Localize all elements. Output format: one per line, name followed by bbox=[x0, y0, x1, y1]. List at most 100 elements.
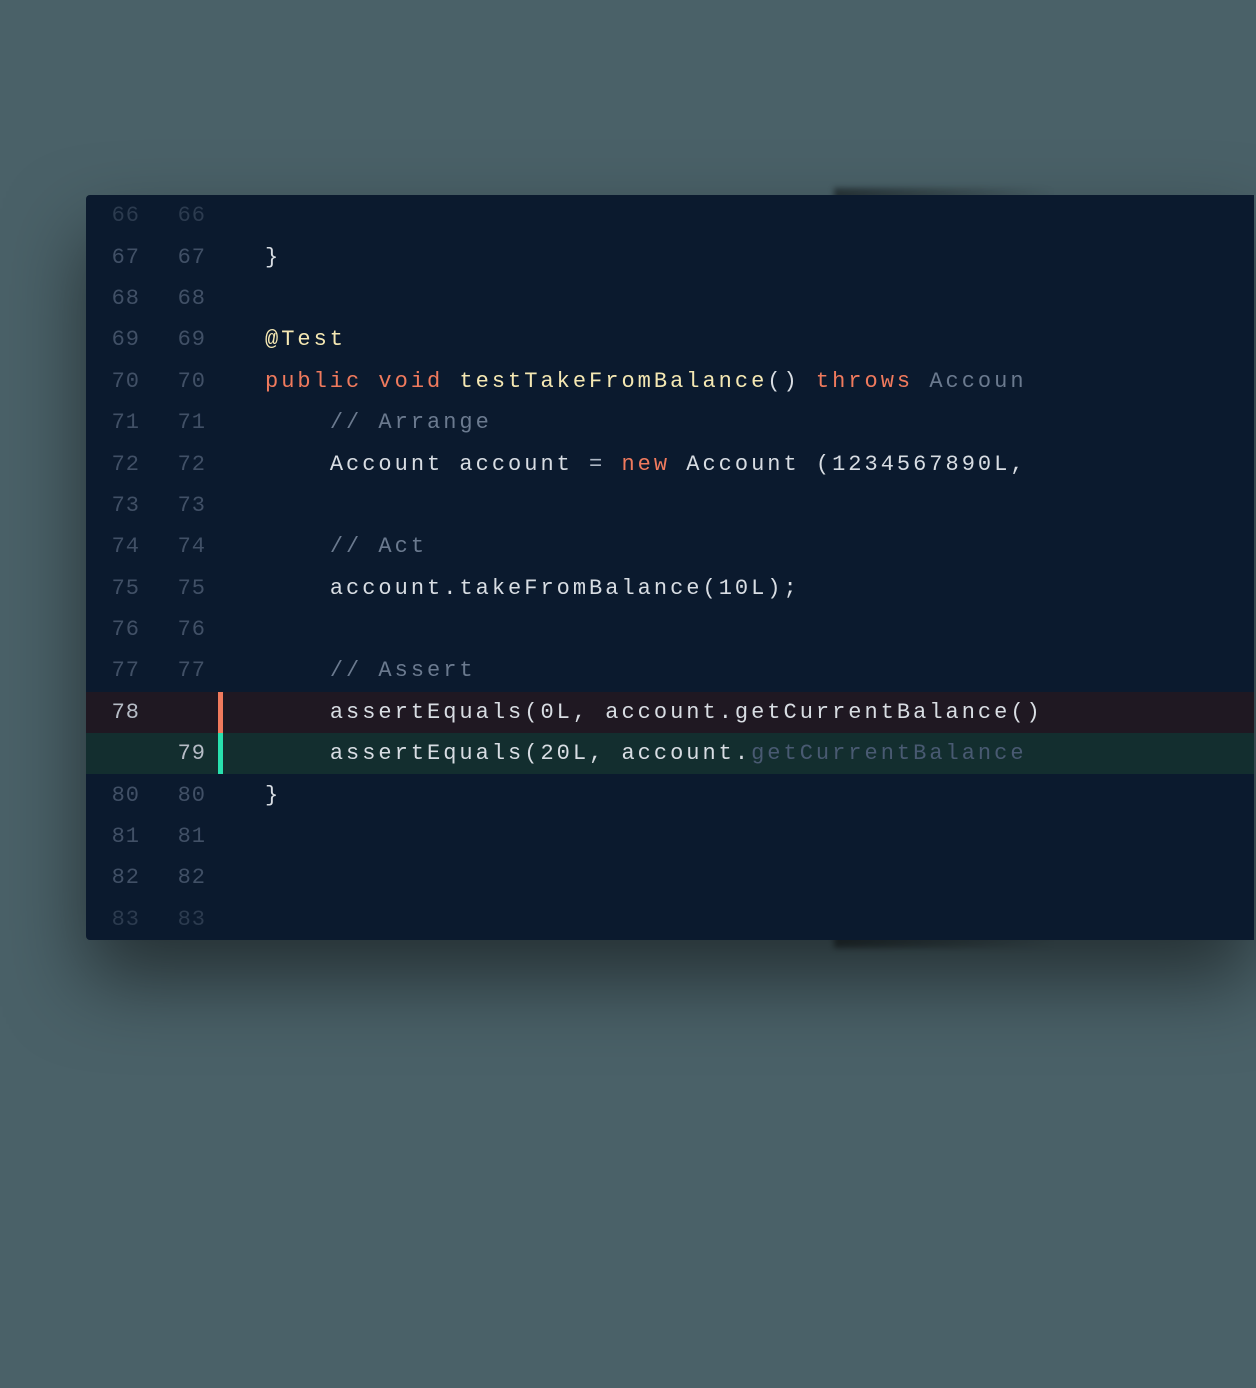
gutter: 78 bbox=[86, 692, 218, 733]
code-token: takeFromBalance bbox=[459, 576, 702, 601]
code-content: // Act bbox=[223, 534, 1254, 559]
code-token: . bbox=[735, 741, 751, 766]
code-line[interactable]: 7070 public void testTakeFromBalance() th… bbox=[86, 361, 1254, 402]
line-number-old: 77 bbox=[86, 658, 152, 683]
code-token: } bbox=[265, 783, 281, 808]
code-diff-editor[interactable]: 66666767}68686969@Test7070public void te… bbox=[86, 195, 1254, 940]
gutter: 7575 bbox=[86, 568, 218, 609]
code-token: // Act bbox=[330, 534, 427, 559]
code-line[interactable]: 79 assertEquals(20L, account.getCurrentB… bbox=[86, 733, 1254, 774]
code-token: public bbox=[265, 369, 378, 394]
code-line[interactable]: 7777 // Assert bbox=[86, 650, 1254, 691]
line-number-old: 70 bbox=[86, 369, 152, 394]
gutter: 7676 bbox=[86, 609, 218, 650]
code-line[interactable]: 7575 account.takeFromBalance(10L); bbox=[86, 568, 1254, 609]
line-number-new: 83 bbox=[152, 907, 218, 932]
line-number-old: 68 bbox=[86, 286, 152, 311]
gutter: 8383 bbox=[86, 899, 218, 940]
line-number-new: 71 bbox=[152, 410, 218, 435]
code-line[interactable]: 6767} bbox=[86, 236, 1254, 277]
diff-marker bbox=[218, 609, 223, 650]
gutter: 7272 bbox=[86, 443, 218, 484]
line-number-old: 75 bbox=[86, 576, 152, 601]
code-content: assertEquals(0L, account.getCurrentBalan… bbox=[223, 700, 1254, 725]
code-line[interactable]: 7676 bbox=[86, 609, 1254, 650]
code-token: account bbox=[330, 576, 443, 601]
gutter: 7474 bbox=[86, 526, 218, 567]
line-number-old: 72 bbox=[86, 452, 152, 477]
line-number-new: 81 bbox=[152, 824, 218, 849]
code-content: account.takeFromBalance(10L); bbox=[223, 576, 1254, 601]
line-number-new: 76 bbox=[152, 617, 218, 642]
line-number-old: 73 bbox=[86, 493, 152, 518]
code-token: ( bbox=[702, 576, 718, 601]
gutter: 6767 bbox=[86, 236, 218, 277]
line-number-new: 80 bbox=[152, 783, 218, 808]
code-line[interactable]: 8282 bbox=[86, 857, 1254, 898]
line-number-new: 67 bbox=[152, 245, 218, 270]
code-token: getCurrentBalance bbox=[751, 741, 1026, 766]
code-token: . bbox=[719, 700, 735, 725]
diff-marker bbox=[218, 857, 223, 898]
code-content: assertEquals(20L, account.getCurrentBala… bbox=[223, 741, 1254, 766]
gutter: 7777 bbox=[86, 650, 218, 691]
code-content: Account account = new Account (123456789… bbox=[223, 452, 1254, 477]
code-line[interactable]: 7272 Account account = new Account (1234… bbox=[86, 443, 1254, 484]
code-line[interactable]: 6666 bbox=[86, 195, 1254, 236]
line-number-old: 82 bbox=[86, 865, 152, 890]
line-number-old: 69 bbox=[86, 327, 152, 352]
line-number-old: 83 bbox=[86, 907, 152, 932]
code-token: new bbox=[621, 452, 686, 477]
code-line[interactable]: 7373 bbox=[86, 485, 1254, 526]
code-token: 1234567890L bbox=[832, 452, 1010, 477]
line-number-new: 68 bbox=[152, 286, 218, 311]
code-token: () bbox=[1010, 700, 1042, 725]
code-token: testTakeFromBalance bbox=[459, 369, 767, 394]
code-line[interactable]: 6969 @Test bbox=[86, 319, 1254, 360]
gutter: 8080 bbox=[86, 774, 218, 815]
code-line[interactable]: 8080} bbox=[86, 774, 1254, 815]
line-number-new: 72 bbox=[152, 452, 218, 477]
code-token: // Arrange bbox=[330, 410, 492, 435]
code-token: ( bbox=[816, 452, 832, 477]
code-line[interactable]: 78 assertEquals(0L, account.getCurrentBa… bbox=[86, 692, 1254, 733]
line-number-old: 78 bbox=[86, 700, 152, 725]
gutter: 7070 bbox=[86, 361, 218, 402]
code-token: getCurrentBalance bbox=[735, 700, 1010, 725]
code-line[interactable]: 7171 // Arrange bbox=[86, 402, 1254, 443]
code-line[interactable]: 8181 bbox=[86, 816, 1254, 857]
code-line[interactable]: 8383 bbox=[86, 899, 1254, 940]
line-number-old: 66 bbox=[86, 203, 152, 228]
line-number-old: 74 bbox=[86, 534, 152, 559]
gutter: 8181 bbox=[86, 816, 218, 857]
gutter: 8282 bbox=[86, 857, 218, 898]
code-token: 10L bbox=[719, 576, 768, 601]
code-token: , account bbox=[589, 741, 735, 766]
line-number-new: 70 bbox=[152, 369, 218, 394]
code-token: throws bbox=[816, 369, 929, 394]
code-content: } bbox=[223, 245, 1254, 270]
code-token: @Test bbox=[265, 327, 346, 352]
code-token: Accoun bbox=[929, 369, 1026, 394]
line-number-new: 79 bbox=[152, 741, 218, 766]
diff-marker bbox=[218, 485, 223, 526]
line-number-old: 80 bbox=[86, 783, 152, 808]
code-token: () bbox=[767, 369, 816, 394]
code-token: assertEquals bbox=[330, 700, 524, 725]
line-number-new: 77 bbox=[152, 658, 218, 683]
code-content: @Test bbox=[223, 327, 1254, 352]
diff-marker bbox=[218, 816, 223, 857]
code-area[interactable]: 66666767}68686969@Test7070public void te… bbox=[86, 195, 1254, 940]
code-token: , bbox=[1010, 452, 1026, 477]
code-token: Account bbox=[686, 452, 816, 477]
code-token: void bbox=[378, 369, 459, 394]
line-number-new: 74 bbox=[152, 534, 218, 559]
line-number-old: 71 bbox=[86, 410, 152, 435]
code-line[interactable]: 7474 // Act bbox=[86, 526, 1254, 567]
gutter: 6868 bbox=[86, 278, 218, 319]
gutter: 6969 bbox=[86, 319, 218, 360]
line-number-old: 81 bbox=[86, 824, 152, 849]
gutter: 6666 bbox=[86, 195, 218, 236]
code-token: ( bbox=[524, 741, 540, 766]
code-line[interactable]: 6868 bbox=[86, 278, 1254, 319]
